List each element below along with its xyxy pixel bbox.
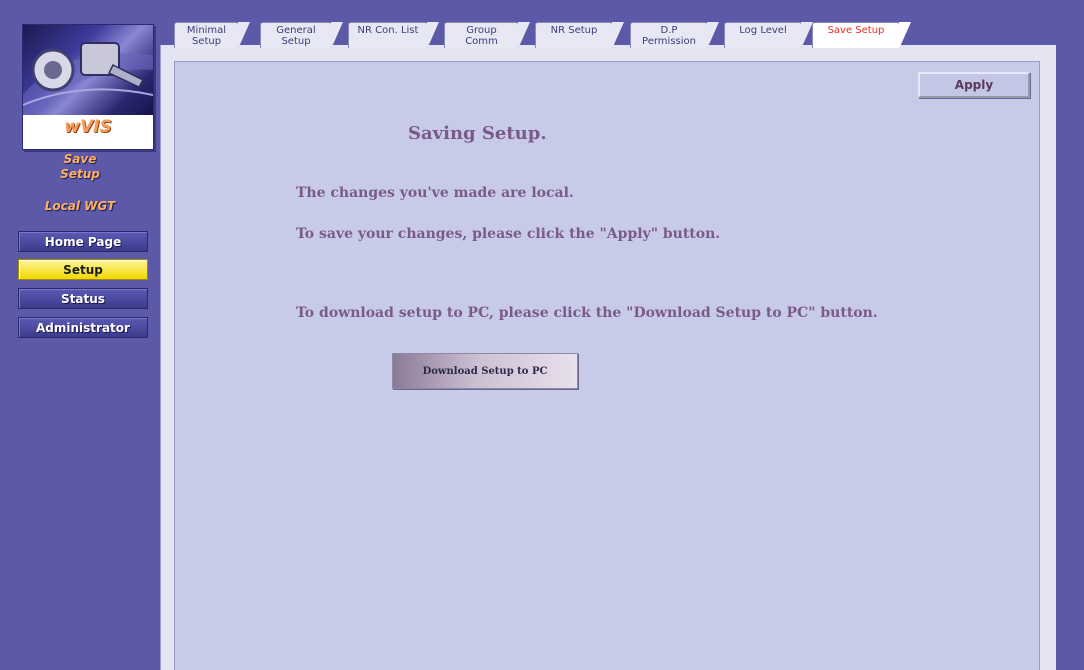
section-label-line2: Setup [60, 167, 100, 181]
tab-general-setup[interactable]: General Setup [260, 22, 343, 49]
nav-home-page[interactable]: Home Page [18, 231, 148, 252]
tab-label: Save Setup [827, 25, 885, 36]
sidebar: wVIS Save Setup Local WGT Home Page Setu… [0, 0, 160, 670]
tab-nr-con-list[interactable]: NR Con. List [348, 22, 439, 49]
tab-label: Comm [465, 36, 498, 47]
tab-label: NR Setup [550, 25, 598, 36]
nav-status[interactable]: Status [18, 288, 148, 309]
content-panel [174, 61, 1040, 670]
tab-label: Group [466, 25, 497, 36]
tab-log-level[interactable]: Log Level [724, 22, 813, 49]
logo: wVIS [22, 24, 154, 150]
tab-label: Minimal [186, 25, 227, 36]
section-label-line1: Save [63, 152, 97, 166]
tab-nr-setup[interactable]: NR Setup [535, 22, 624, 49]
device-label: Local WGT [44, 199, 116, 213]
download-setup-button[interactable]: Download Setup to PC [392, 353, 578, 389]
logo-text: wVIS [64, 117, 112, 137]
tab-group-comm[interactable]: Group Comm [444, 22, 530, 49]
message-download: To download setup to PC, please click th… [296, 305, 878, 321]
tab-label: Setup [191, 36, 222, 47]
apply-button[interactable]: Apply [918, 72, 1030, 98]
tab-label: D.P [660, 25, 678, 36]
tab-dp-permission[interactable]: D.P Permission [630, 22, 719, 49]
tab-label: Log Level [739, 25, 787, 36]
tab-label: NR Con. List [357, 25, 419, 36]
logo-image [23, 25, 153, 115]
nav-setup[interactable]: Setup [18, 259, 148, 280]
message-apply: To save your changes, please click the "… [296, 226, 721, 242]
tab-label: General [276, 25, 316, 36]
section-label: Save Setup [0, 152, 160, 182]
message-local: The changes you've made are local. [296, 185, 574, 201]
page-title: Saving Setup. [408, 123, 547, 144]
tab-label: Setup [281, 36, 311, 47]
tab-label: Permission [642, 36, 696, 47]
tab-save-setup[interactable]: Save Setup [812, 22, 911, 49]
nav-administrator[interactable]: Administrator [18, 317, 148, 338]
tab-minimal-setup[interactable]: Minimal Setup [174, 22, 250, 49]
